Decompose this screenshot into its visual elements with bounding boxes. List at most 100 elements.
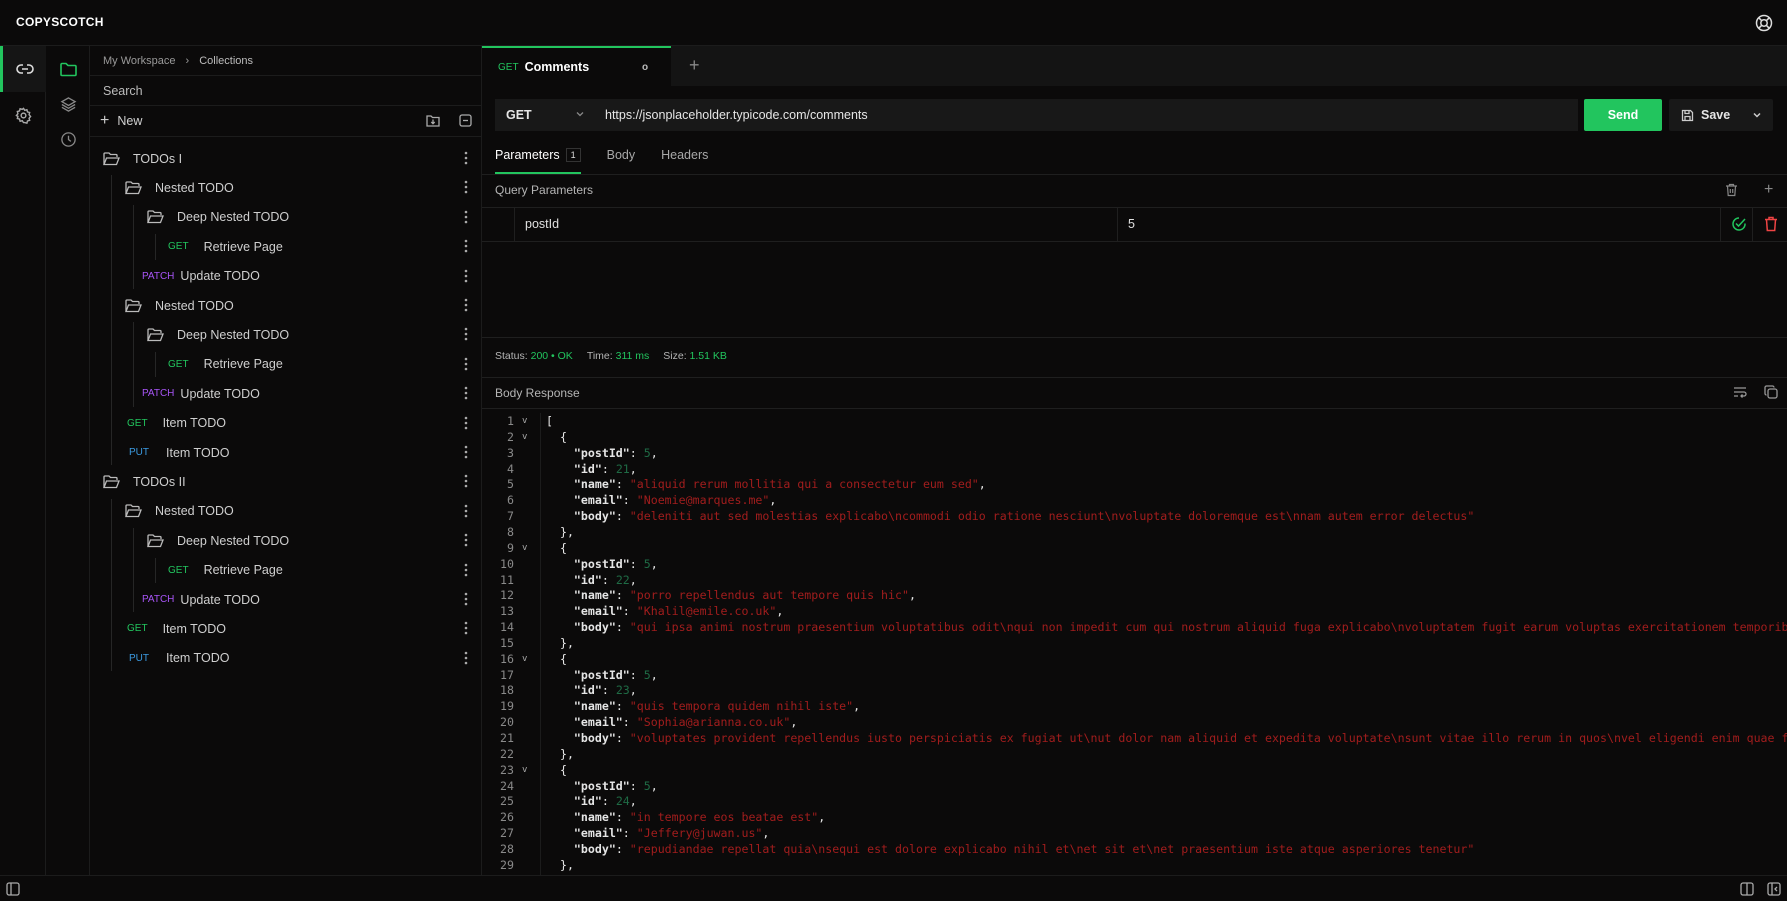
tree-folder[interactable]: Deep Nested TODO [90,526,482,555]
tree-request[interactable]: GET Retrieve Page [90,232,482,261]
fold-chevron-icon[interactable]: v [522,540,527,556]
tree-item-label: Update TODO [180,592,260,607]
line-number: 8 [507,524,514,539]
more-options-icon[interactable] [464,416,468,430]
tree-folder[interactable]: TODOs II [90,467,482,496]
tab-parameters[interactable]: Parameters 1 [495,148,581,174]
check-circle-icon[interactable] [1731,216,1747,232]
rail-settings-button[interactable] [0,92,46,138]
code-line: 1 v [ [482,413,1787,429]
tree-item-label: Item TODO [166,445,230,460]
delete-param-icon[interactable] [1764,216,1778,232]
new-label: New [117,114,143,128]
unsaved-indicator[interactable]: o [642,62,648,73]
search-input[interactable]: Search [90,76,481,106]
fold-chevron-icon[interactable]: v [522,413,527,429]
folder-open-icon [125,298,142,313]
tree-folder[interactable]: Nested TODO [90,497,482,526]
rail-rest-button[interactable] [0,46,46,92]
tree-item-label: Deep Nested TODO [177,327,290,342]
more-options-icon[interactable] [464,533,468,547]
history-button[interactable] [46,116,90,162]
code-text: "id": 23, [573,683,637,698]
send-button[interactable]: Send [1584,99,1662,131]
more-options-icon[interactable] [464,357,468,371]
divider [482,174,1787,175]
tab-comments[interactable]: GET Comments o [482,46,671,86]
fold-chevron-icon[interactable]: v [522,429,527,445]
tree-folder[interactable]: Deep Nested TODO [90,320,482,349]
tree-folder[interactable]: TODOs I [90,144,482,173]
import-folder-icon[interactable] [426,114,440,127]
status-bar [0,875,1787,901]
add-param-button[interactable]: + [1764,181,1773,199]
line-number: 26 [500,810,514,825]
more-options-icon[interactable] [464,651,468,665]
code-text: "body": "qui ipsa animi nostrum praesent… [573,620,1787,635]
more-options-icon[interactable] [464,239,468,253]
param-value-input[interactable]: 5 [1128,217,1135,231]
tab-headers[interactable]: Headers [661,148,708,174]
delete-all-params-icon[interactable] [1725,183,1738,197]
more-options-icon[interactable] [464,298,468,312]
divider [482,337,1787,338]
breadcrumb-collections[interactable]: Collections [199,55,253,67]
code-line: 14 "body": "qui ipsa animi nostrum praes… [482,619,1787,635]
tree-folder[interactable]: Deep Nested TODO [90,203,482,232]
more-options-icon[interactable] [464,386,468,400]
line-number: 27 [500,826,514,841]
link-icon [15,60,34,78]
more-options-icon[interactable] [464,327,468,341]
response-body-editor[interactable]: 1 v[2 v {3 "postId": 5, 4 "id": 21, 5 "name"… [482,413,1787,875]
more-options-icon[interactable] [464,180,468,194]
tree-guide [111,175,112,466]
collapse-panel-icon[interactable] [1767,882,1781,896]
more-options-icon[interactable] [464,592,468,606]
collapse-all-icon[interactable] [459,114,472,127]
more-options-icon[interactable] [464,269,468,283]
code-line: 21 "body": "voluptates provident repelle… [482,730,1787,746]
tree-request[interactable]: GET Item TODO [90,409,482,438]
tree-request[interactable]: PATCH Update TODO [90,262,482,291]
tree-request[interactable]: PUT Item TODO [90,438,482,467]
wrap-lines-icon[interactable] [1733,386,1747,398]
more-options-icon[interactable] [464,151,468,165]
collections-sidebar: My Workspace › Collections Search + New … [90,46,482,875]
toggle-sidebar-icon[interactable] [6,882,20,896]
line-number: 23 [500,762,514,777]
tree-folder[interactable]: Nested TODO [90,291,482,320]
save-button[interactable]: Save [1669,99,1773,131]
time-value: 311 ms [615,350,650,362]
save-options-chevron-icon[interactable] [1752,110,1762,120]
folder-open-icon [147,210,164,224]
lifebuoy-icon[interactable] [1755,14,1773,32]
more-options-icon[interactable] [464,621,468,635]
new-tab-button[interactable]: + [689,55,700,76]
fold-chevron-icon[interactable]: v [522,651,527,667]
url-input[interactable]: https://jsonplaceholder.typicode.com/com… [598,99,1578,131]
tree-request[interactable]: GET Retrieve Page [90,350,482,379]
tree-request[interactable]: PATCH Update TODO [90,379,482,408]
method-select[interactable]: GET [495,99,598,131]
tab-body[interactable]: Body [607,148,636,174]
gear-icon [14,106,32,124]
new-collection-button[interactable]: + New [90,106,481,137]
param-key-input[interactable]: postId [525,217,559,231]
tree-request[interactable]: PATCH Update TODO [90,585,482,614]
layers-icon [60,96,77,113]
tree-request[interactable]: PUT Item TODO [90,644,482,673]
copy-icon[interactable] [1764,385,1778,399]
more-options-icon[interactable] [464,563,468,577]
more-options-icon[interactable] [464,445,468,459]
line-number: 9 [507,540,514,555]
more-options-icon[interactable] [464,474,468,488]
tree-folder[interactable]: Nested TODO [90,173,482,202]
more-options-icon[interactable] [464,504,468,518]
breadcrumb-workspace[interactable]: My Workspace [103,55,176,67]
tree-request[interactable]: GET Retrieve Page [90,556,482,585]
split-layout-icon[interactable] [1740,882,1754,896]
more-options-icon[interactable] [464,210,468,224]
line-number: 12 [500,588,514,603]
fold-chevron-icon[interactable]: v [522,762,527,778]
tree-request[interactable]: GET Item TODO [90,614,482,643]
